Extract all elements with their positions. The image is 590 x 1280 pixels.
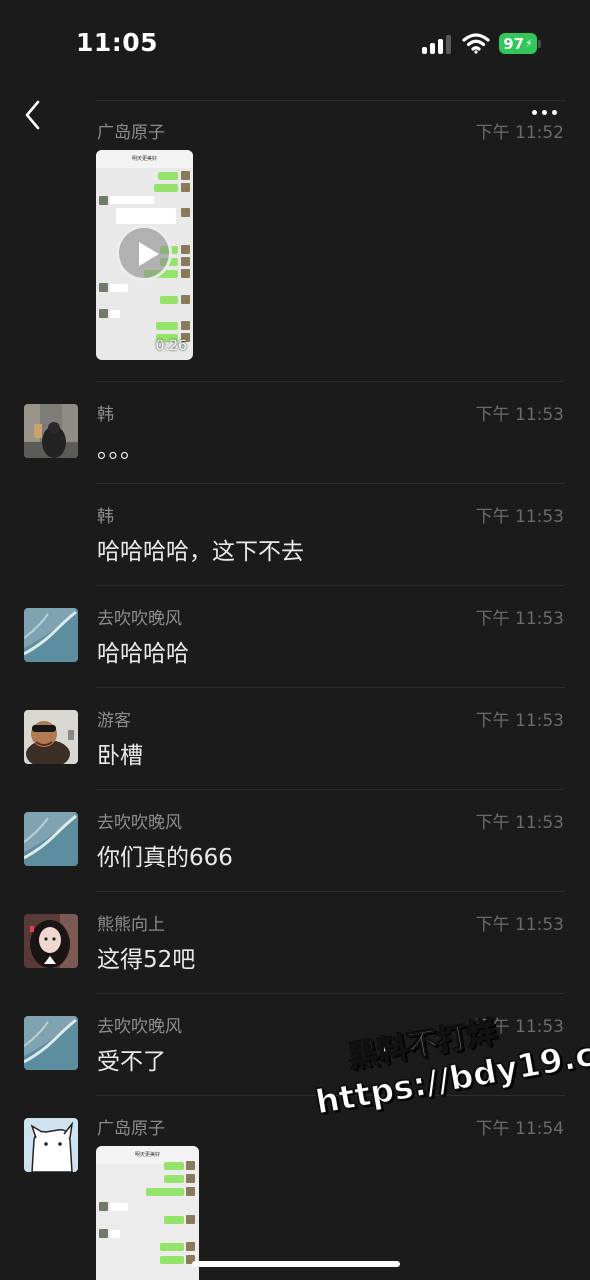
battery-cap	[538, 40, 541, 48]
message-item[interactable]: 去吹吹晚风 下午 11:53 你们真的666	[0, 790, 590, 892]
message-text: 哈哈哈哈	[97, 641, 189, 667]
message-time: 下午 11:53	[475, 813, 564, 833]
thumb-bubble	[110, 284, 128, 292]
thumb-avatar	[186, 1242, 195, 1251]
message-text: 你们真的666	[97, 845, 233, 871]
cellular-signal-icon	[422, 34, 454, 54]
thumb-bubble	[160, 1243, 184, 1251]
message-text: 。。。	[97, 437, 143, 463]
message-item[interactable]: 韩 下午 11:53 。。。	[0, 382, 590, 484]
thumb-avatar	[181, 183, 190, 192]
sender-name: 熊熊向上	[97, 915, 165, 935]
thumb-avatar	[99, 1202, 108, 1211]
avatar[interactable]	[24, 1016, 78, 1070]
thumb-avatar	[181, 295, 190, 304]
message-time: 下午 11:53	[475, 711, 564, 731]
avatar[interactable]	[24, 812, 78, 866]
thumb-chat-title: 明天更美好	[96, 1146, 199, 1164]
sender-name: 韩	[97, 405, 114, 425]
thumb-bubble	[110, 1203, 128, 1211]
thumb-bubble	[110, 1230, 120, 1238]
message-text: 受不了	[97, 1049, 166, 1075]
message-time: 下午 11:53	[475, 915, 564, 935]
sender-name: 去吹吹晚风	[97, 1017, 182, 1037]
thumb-avatar	[181, 257, 190, 266]
thumb-bubble	[164, 1162, 184, 1170]
avatar[interactable]	[24, 404, 78, 458]
wifi-icon	[462, 33, 490, 54]
thumb-avatar	[99, 1229, 108, 1238]
thumb-bubble	[110, 310, 120, 318]
avatar[interactable]	[24, 1118, 78, 1172]
thumb-avatar	[99, 309, 108, 318]
thumb-avatar	[186, 1215, 195, 1224]
thumb-avatar	[181, 269, 190, 278]
thumb-avatar	[186, 1161, 195, 1170]
status-time: 11:05	[76, 28, 159, 57]
thumb-bubble	[158, 172, 178, 180]
video-duration: 0:26	[155, 338, 187, 354]
message-item[interactable]: 游客 下午 11:53 卧槽	[0, 688, 590, 790]
status-bar: 11:05 97 ⚡	[0, 0, 590, 88]
message-text: 哈哈哈哈，这下不去	[97, 539, 304, 565]
thumb-bubble	[146, 1188, 184, 1196]
sender-name: 游客	[97, 711, 131, 731]
message-time: 下午 11:54	[475, 1119, 564, 1139]
thumb-bubble	[156, 322, 178, 330]
sender-name: 广岛原子	[97, 1119, 165, 1139]
home-indicator[interactable]	[192, 1261, 400, 1267]
thumb-bubble	[164, 1175, 184, 1183]
thumb-avatar	[186, 1174, 195, 1183]
thumb-bubble	[160, 296, 178, 304]
message-item[interactable]: 韩 下午 11:53 哈哈哈哈，这下不去	[0, 484, 590, 586]
message-item[interactable]: 熊熊向上 下午 11:53 这得52吧	[0, 892, 590, 994]
thumb-avatar	[186, 1187, 195, 1196]
thumb-bubble	[110, 196, 154, 204]
video-message-thumbnail[interactable]: 明天更美好 0:26	[96, 150, 193, 360]
thumb-bubble	[164, 1216, 184, 1224]
message-item[interactable]: 去吹吹晚风 下午 11:53 哈哈哈哈	[0, 586, 590, 688]
play-icon[interactable]	[116, 225, 172, 281]
thumb-bubble	[116, 208, 176, 224]
message-time: 下午 11:52	[475, 123, 564, 143]
avatar[interactable]	[24, 914, 78, 968]
thumb-chat-title: 明天更美好	[96, 150, 193, 168]
thumb-avatar	[181, 208, 190, 217]
message-text: 卧槽	[97, 743, 143, 769]
sender-name: 去吹吹晚风	[97, 813, 182, 833]
thumb-avatar	[181, 245, 190, 254]
message-time: 下午 11:53	[475, 405, 564, 425]
battery-level: 97	[503, 34, 525, 53]
message-item[interactable]: 广岛原子 下午 11:54	[0, 1096, 590, 1280]
thumb-avatar	[181, 321, 190, 330]
battery-indicator: 97 ⚡	[499, 33, 537, 54]
message-time: 下午 11:53	[475, 507, 564, 527]
avatar[interactable]	[24, 710, 78, 764]
message-time: 下午 11:53	[475, 609, 564, 629]
sender-name: 广岛原子	[97, 123, 165, 143]
thumb-avatar	[99, 196, 108, 205]
thumb-avatar	[99, 283, 108, 292]
sender-name: 去吹吹晚风	[97, 609, 182, 629]
avatar[interactable]	[24, 608, 78, 662]
message-text: 这得52吧	[97, 947, 196, 973]
thumb-bubble	[160, 1256, 184, 1264]
charging-bolt-icon: ⚡	[525, 37, 533, 50]
thumb-avatar	[181, 171, 190, 180]
thumb-bubble	[154, 184, 178, 192]
image-message-thumbnail[interactable]: 明天更美好	[96, 1146, 199, 1280]
sender-name: 韩	[97, 507, 114, 527]
message-item[interactable]: 广岛原子 下午 11:52	[0, 100, 590, 382]
